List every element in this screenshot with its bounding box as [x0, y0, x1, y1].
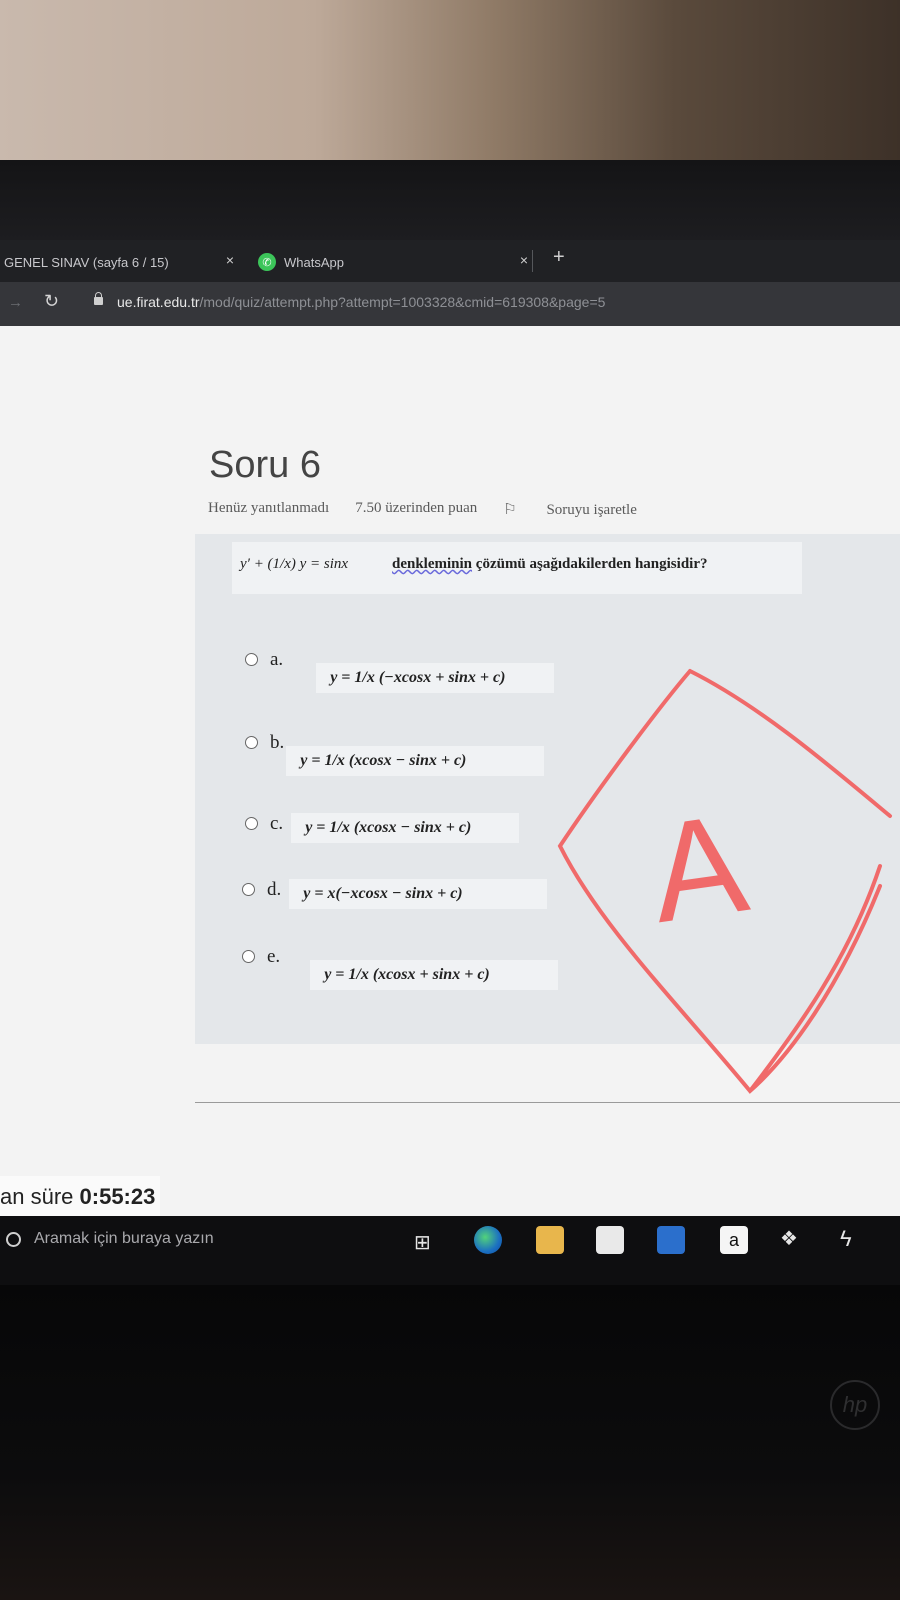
- tab-exam-close-icon[interactable]: ×: [226, 252, 234, 268]
- address-bar: → ↻ ue.firat.edu.tr/mod/quiz/attempt.php…: [0, 282, 900, 326]
- quiz-page: Soru 6 Henüz yanıtlanmadı 7.50 üzerinden…: [0, 326, 900, 1218]
- monitor-bezel-top: [0, 160, 900, 240]
- option-c-letter: c.: [270, 813, 284, 834]
- browser-tab-bar: GENEL SINAV (sayfa 6 / 15) × ✆ WhatsApp …: [0, 240, 900, 282]
- hp-logo: hp: [830, 1380, 880, 1430]
- url-host: ue.firat.edu.tr: [117, 294, 200, 310]
- whatsapp-icon: ✆: [258, 253, 276, 271]
- task-view-icon[interactable]: ⊞: [414, 1230, 431, 1255]
- lock-icon: [94, 292, 103, 305]
- option-a-formula: y = 1/x (−xcosx + sinx + c): [316, 663, 555, 693]
- url-field[interactable]: ue.firat.edu.tr/mod/quiz/attempt.php?att…: [117, 294, 605, 310]
- option-b-radio[interactable]: [245, 736, 258, 749]
- timer-label: an süre: [0, 1184, 74, 1209]
- dropbox-icon[interactable]: ❖: [780, 1226, 808, 1254]
- new-tab-button[interactable]: +: [553, 246, 565, 269]
- option-e[interactable]: e. y = 1/x (xcosx + sinx + c): [242, 946, 559, 990]
- flag-icon: ⚐: [503, 502, 521, 518]
- option-b-letter: b.: [270, 732, 285, 753]
- amazon-icon[interactable]: a: [720, 1226, 748, 1254]
- background-wall: [0, 0, 900, 160]
- question-status: Henüz yanıtlanmadı: [208, 500, 330, 516]
- question-stem-rest: çözümü aşağıdakilerden hangisidir?: [475, 556, 708, 572]
- option-e-letter: e.: [267, 946, 281, 967]
- store-icon[interactable]: [596, 1226, 624, 1254]
- mail-icon[interactable]: [657, 1226, 685, 1254]
- search-icon[interactable]: [6, 1232, 21, 1247]
- question-title: Soru 6: [209, 444, 321, 486]
- option-b-formula: y = 1/x (xcosx − sinx + c): [286, 746, 545, 776]
- edge-icon[interactable]: [474, 1226, 502, 1254]
- url-path: /mod/quiz/attempt.php?attempt=1003328&cm…: [199, 294, 606, 310]
- option-c-radio[interactable]: [245, 817, 258, 830]
- timer-value: 0:55:23: [79, 1184, 156, 1209]
- file-explorer-icon[interactable]: [536, 1226, 564, 1254]
- monitor-bezel-bottom: [0, 1285, 900, 1600]
- question-stem-equation: y′ + (1/x) y = sinx: [240, 556, 349, 572]
- question-stem: y′ + (1/x) y = sinx denkleminin çözümü a…: [232, 542, 802, 594]
- windows-taskbar: Aramak için buraya yazın ⊞ a ❖ ϟ: [0, 1216, 900, 1286]
- question-stem-word: denkleminin: [392, 556, 473, 572]
- section-divider: [195, 1102, 900, 1103]
- option-a-radio[interactable]: [245, 653, 258, 666]
- option-b[interactable]: b. y = 1/x (xcosx − sinx + c): [245, 732, 545, 776]
- option-c[interactable]: c. y = 1/x (xcosx − sinx + c): [245, 813, 520, 843]
- taskbar-search-input[interactable]: Aramak için buraya yazın: [34, 1230, 214, 1248]
- tab-whatsapp-label: WhatsApp: [284, 254, 344, 270]
- tab-exam-label: GENEL SINAV (sayfa 6 / 15): [4, 254, 169, 270]
- quiz-timer: an süre 0:55:23: [0, 1176, 160, 1218]
- back-arrow-icon[interactable]: →: [8, 294, 23, 311]
- app-icon[interactable]: ϟ: [840, 1226, 868, 1254]
- option-e-radio[interactable]: [242, 950, 255, 963]
- flag-question-label: Soruyu işaretle: [546, 502, 637, 518]
- tab-whatsapp[interactable]: ✆ WhatsApp ×: [258, 248, 528, 276]
- question-meta: Henüz yanıtlanmadı 7.50 üzerinden puan ⚐…: [208, 500, 689, 519]
- option-d-letter: d.: [267, 879, 282, 900]
- tab-whatsapp-close-icon[interactable]: ×: [520, 252, 528, 268]
- question-stem-text: denkleminin çözümü aşağıdakilerden hangi…: [392, 556, 707, 573]
- tab-divider: [532, 250, 533, 272]
- question-points: 7.50 üzerinden puan: [355, 500, 478, 516]
- tab-exam[interactable]: GENEL SINAV (sayfa 6 / 15) ×: [4, 248, 234, 276]
- option-d-formula: y = x(−xcosx − sinx + c): [289, 879, 548, 909]
- option-d[interactable]: d. y = x(−xcosx − sinx + c): [242, 879, 548, 909]
- flag-question-link[interactable]: ⚐ Soruyu işaretle: [503, 500, 663, 519]
- option-d-radio[interactable]: [242, 883, 255, 896]
- option-a[interactable]: a. y = 1/x (−xcosx + sinx + c): [245, 649, 555, 693]
- option-a-letter: a.: [270, 649, 284, 670]
- option-c-formula: y = 1/x (xcosx − sinx + c): [291, 813, 520, 843]
- reload-icon[interactable]: ↻: [44, 291, 59, 312]
- option-e-formula: y = 1/x (xcosx + sinx + c): [310, 960, 559, 990]
